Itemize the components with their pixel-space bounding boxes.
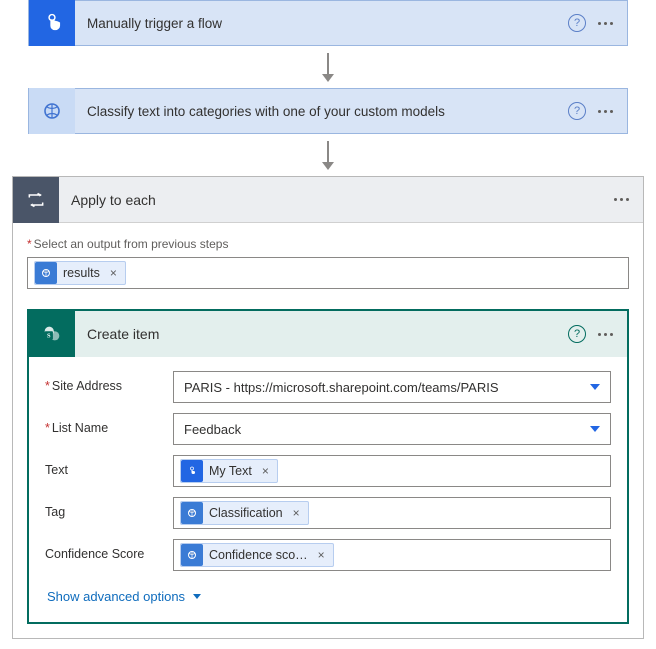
text-input[interactable]: My Text × — [173, 455, 611, 487]
pill-label: Confidence sco… — [209, 548, 308, 562]
trigger-title: Manually trigger a flow — [75, 16, 568, 31]
dynamic-content-pill-confidence[interactable]: Confidence sco… × — [180, 543, 334, 567]
show-advanced-options-link[interactable]: Show advanced options — [45, 581, 201, 612]
remove-pill-button[interactable]: × — [289, 506, 304, 520]
apply-to-each-card: Apply to each Select an output from prev… — [12, 176, 644, 639]
select-output-label: Select an output from previous steps — [27, 237, 629, 251]
confidence-input[interactable]: Confidence sco… × — [173, 539, 611, 571]
connector-arrow — [0, 134, 656, 176]
chevron-down-icon — [590, 384, 600, 390]
ai-builder-icon — [181, 544, 203, 566]
list-name-select[interactable]: Feedback — [173, 413, 611, 445]
pill-label: results — [63, 266, 100, 280]
site-address-value: PARIS - https://microsoft.sharepoint.com… — [184, 380, 499, 395]
create-item-header[interactable]: S Create item ? — [29, 311, 627, 357]
dynamic-content-pill-mytext[interactable]: My Text × — [180, 459, 278, 483]
ai-builder-icon — [29, 88, 75, 134]
more-menu-button[interactable] — [598, 22, 613, 25]
connector-arrow — [0, 46, 656, 88]
classify-title: Classify text into categories with one o… — [75, 104, 568, 119]
select-output-input[interactable]: results × — [27, 257, 629, 289]
remove-pill-button[interactable]: × — [106, 266, 121, 280]
help-icon[interactable]: ? — [568, 325, 586, 343]
more-menu-button[interactable] — [598, 110, 613, 113]
tag-label: Tag — [45, 497, 173, 519]
ai-builder-icon — [35, 262, 57, 284]
more-menu-button[interactable] — [614, 198, 629, 201]
sharepoint-icon: S — [29, 311, 75, 357]
apply-to-each-title: Apply to each — [59, 192, 614, 208]
touch-icon — [29, 0, 75, 46]
svg-text:S: S — [47, 333, 51, 340]
pill-label: My Text — [209, 464, 252, 478]
dynamic-content-pill-classification[interactable]: Classification × — [180, 501, 309, 525]
apply-to-each-header[interactable]: Apply to each — [13, 177, 643, 223]
chevron-down-icon — [193, 594, 201, 599]
classify-card[interactable]: Classify text into categories with one o… — [28, 88, 628, 134]
create-item-card: S Create item ? Site Address PAR — [27, 309, 629, 624]
confidence-label: Confidence Score — [45, 539, 173, 561]
site-address-label: Site Address — [45, 371, 173, 393]
trigger-card[interactable]: Manually trigger a flow ? — [28, 0, 628, 46]
help-icon[interactable]: ? — [568, 14, 586, 32]
touch-icon — [181, 460, 203, 482]
list-name-label: List Name — [45, 413, 173, 435]
ai-builder-icon — [181, 502, 203, 524]
help-icon[interactable]: ? — [568, 102, 586, 120]
remove-pill-button[interactable]: × — [314, 548, 329, 562]
text-label: Text — [45, 455, 173, 477]
site-address-select[interactable]: PARIS - https://microsoft.sharepoint.com… — [173, 371, 611, 403]
remove-pill-button[interactable]: × — [258, 464, 273, 478]
dynamic-content-pill-results[interactable]: results × — [34, 261, 126, 285]
pill-label: Classification — [209, 506, 283, 520]
more-menu-button[interactable] — [598, 333, 613, 336]
create-item-title: Create item — [75, 326, 568, 342]
loop-icon — [13, 177, 59, 223]
chevron-down-icon — [590, 426, 600, 432]
advanced-options-label: Show advanced options — [47, 589, 185, 604]
tag-input[interactable]: Classification × — [173, 497, 611, 529]
list-name-value: Feedback — [184, 422, 241, 437]
